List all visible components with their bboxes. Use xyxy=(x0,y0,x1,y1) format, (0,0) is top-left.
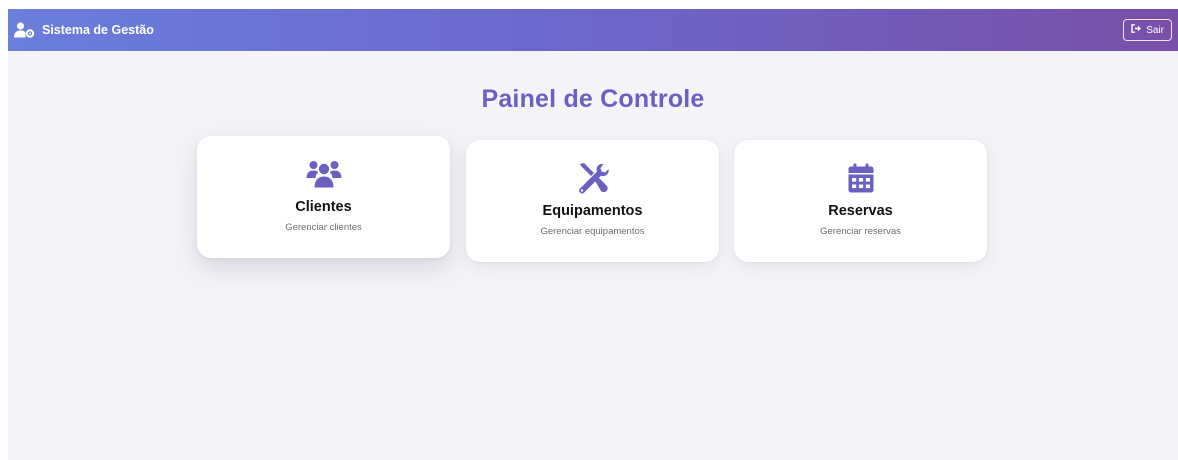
card-description: Gerenciar clientes xyxy=(285,222,362,233)
card-reservas[interactable]: Reservas Gerenciar reservas xyxy=(734,140,987,262)
page-title: Painel de Controle xyxy=(481,85,705,113)
card-clientes[interactable]: Clientes Gerenciar clientes xyxy=(197,136,450,258)
logout-button[interactable]: Sair xyxy=(1123,19,1172,41)
card-title: Clientes xyxy=(295,199,352,215)
sign-out-icon xyxy=(1131,24,1142,36)
dashboard-cards: Clientes Gerenciar clientes Equipamentos… xyxy=(197,136,989,266)
card-description: Gerenciar equipamentos xyxy=(540,226,645,237)
card-description: Gerenciar reservas xyxy=(820,226,901,237)
card-title: Reservas xyxy=(828,203,893,219)
card-title: Equipamentos xyxy=(542,203,643,219)
card-equipamentos[interactable]: Equipamentos Gerenciar equipamentos xyxy=(466,140,719,262)
calendar-icon xyxy=(848,163,874,193)
app-frame: Sistema de Gestão Sair Painel de Control… xyxy=(8,9,1178,460)
brand-title: Sistema de Gestão xyxy=(42,23,154,37)
users-icon xyxy=(306,159,342,189)
logout-label: Sair xyxy=(1146,24,1164,36)
user-cog-icon xyxy=(14,22,36,38)
brand[interactable]: Sistema de Gestão xyxy=(14,22,154,38)
navbar: Sistema de Gestão Sair xyxy=(8,9,1178,51)
tools-icon xyxy=(577,162,609,194)
